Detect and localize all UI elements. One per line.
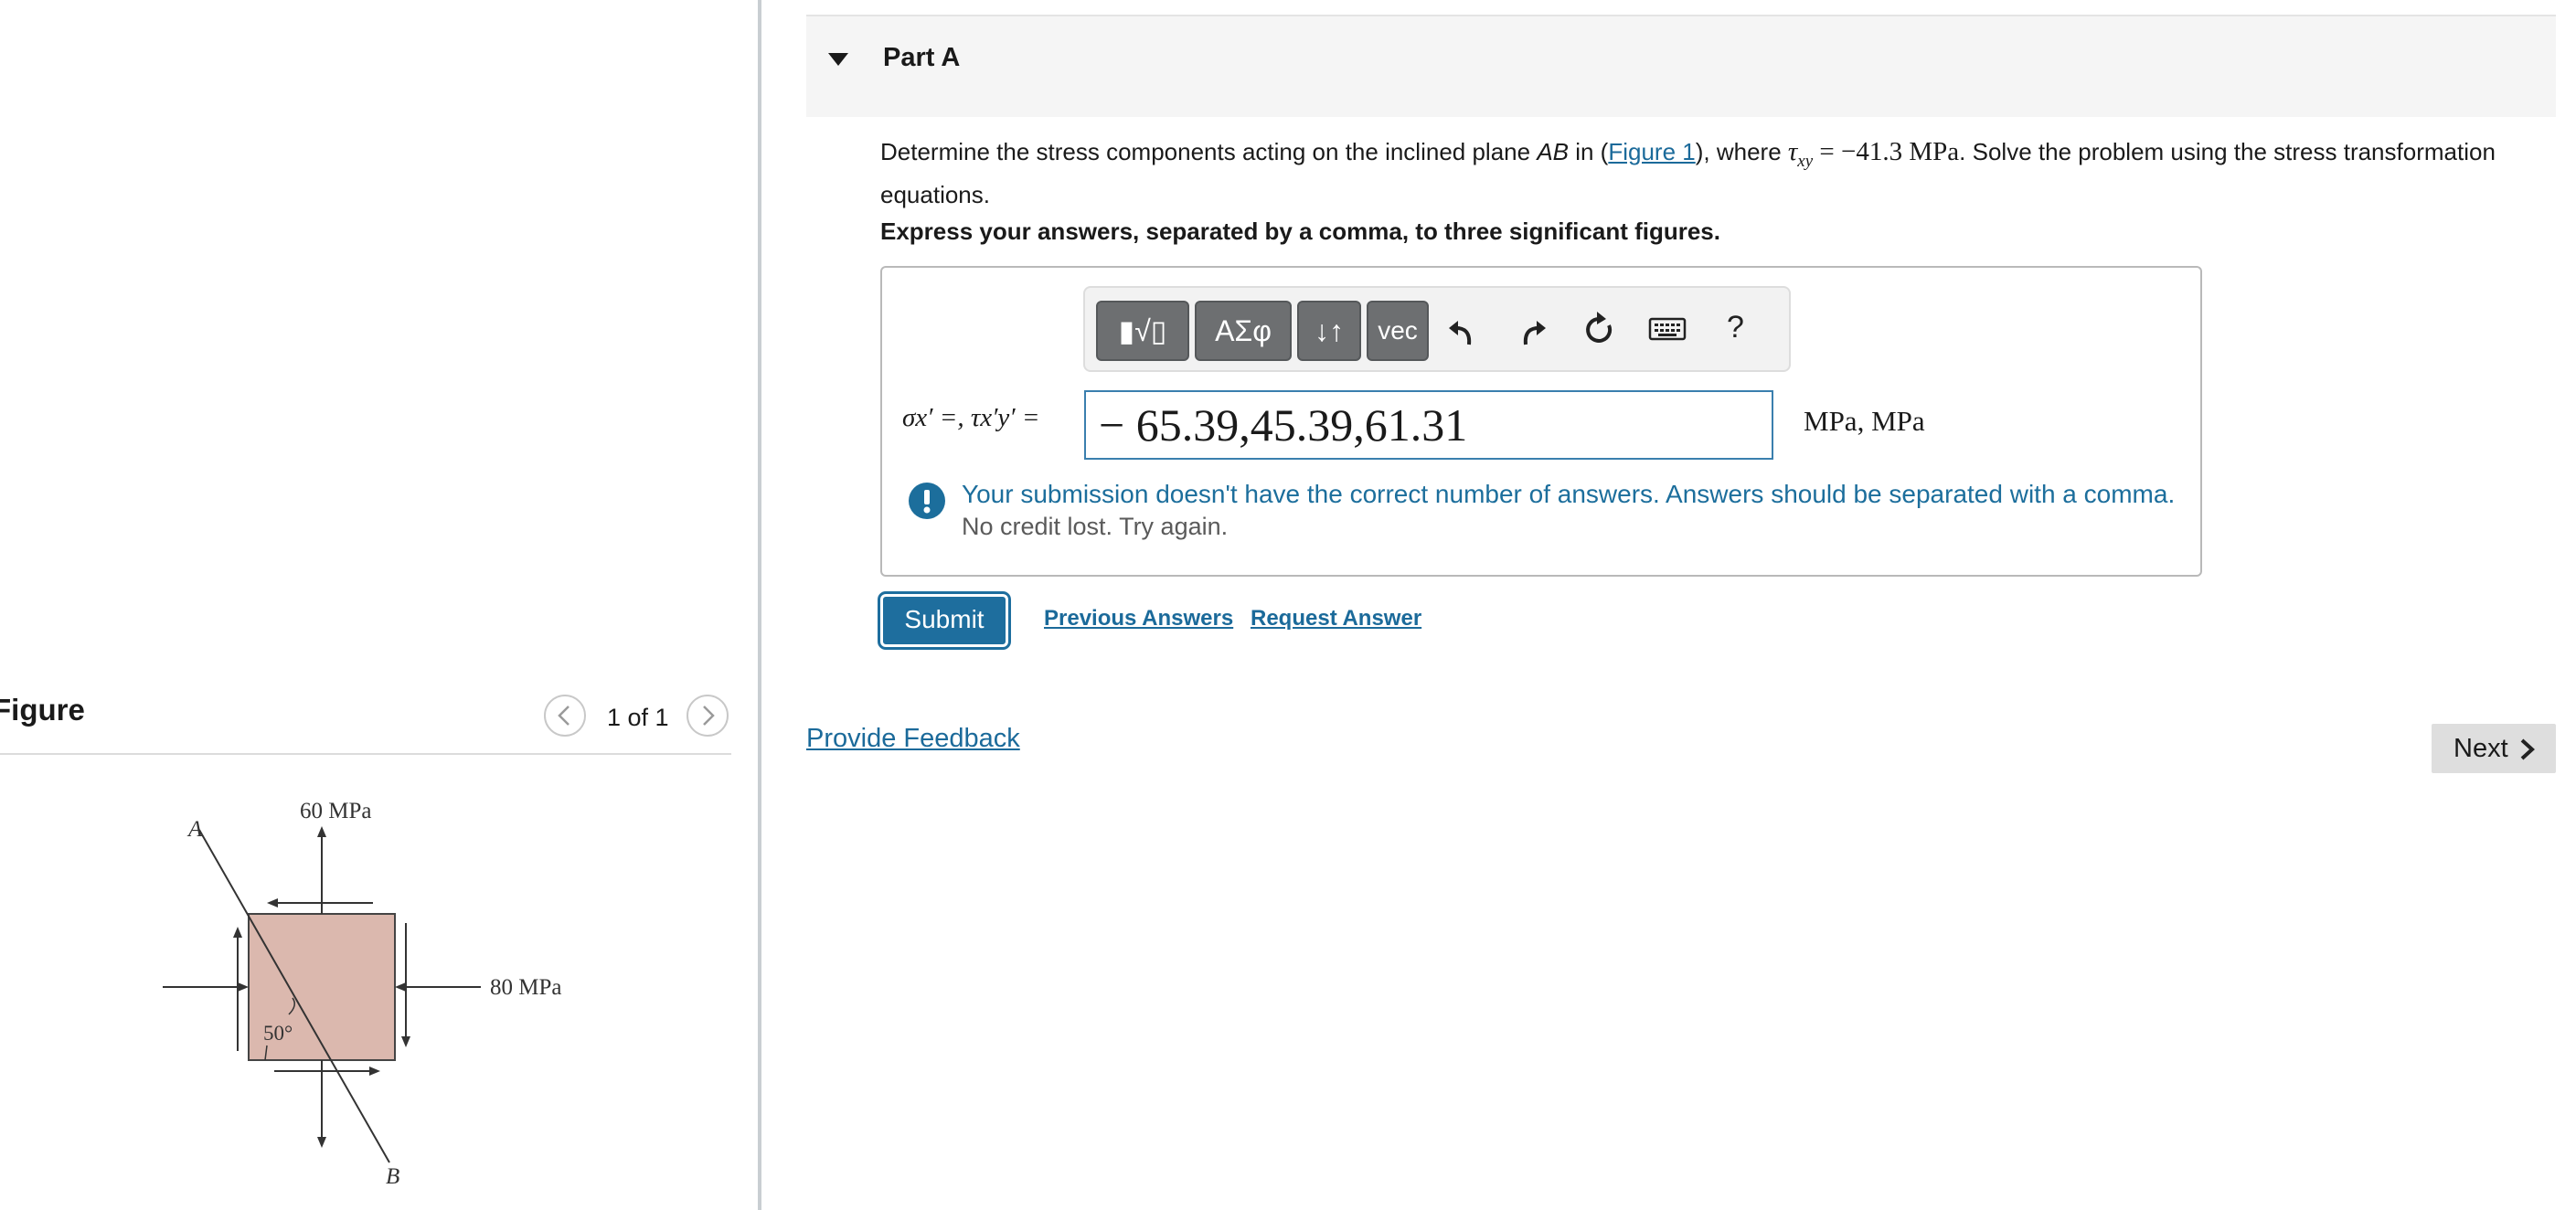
arrow-right-icon	[238, 982, 249, 992]
question-text: Determine the stress components acting o…	[880, 137, 2496, 208]
vector-button[interactable]: vec	[1367, 301, 1429, 361]
redo-icon[interactable]	[1511, 308, 1551, 352]
arrow-up-icon	[317, 826, 326, 837]
top-stress-label: 60 MPa	[300, 799, 371, 823]
arrow-down-icon	[317, 1137, 326, 1148]
answer-label: σx′ =, τx′y′ =	[902, 403, 1040, 432]
answer-box: ▮√▯ ΑΣφ ↓↑ vec ? σx′ =, τx′y′ = − 65.39,…	[880, 266, 2202, 577]
chevron-right-icon	[2520, 738, 2535, 760]
chevron-right-icon	[703, 706, 715, 726]
figure-divider	[0, 753, 731, 755]
undo-icon[interactable]	[1443, 308, 1484, 352]
feedback-subtext: No credit lost. Try again.	[962, 513, 1229, 540]
pane-divider[interactable]	[758, 0, 761, 1210]
request-answer-link[interactable]: Request Answer	[1251, 606, 1421, 632]
instruction-text: Express your answers, separated by a com…	[880, 218, 1720, 245]
figure-counter: 1 of 1	[607, 704, 669, 731]
next-label: Next	[2454, 734, 2508, 763]
reset-icon[interactable]	[1579, 308, 1619, 352]
tau-xy-expression: τxy = −41.3 MPa	[1787, 137, 1960, 171]
part-a-header[interactable]: Part A	[806, 15, 2556, 117]
part-title: Part A	[883, 43, 961, 72]
figure-title: Figure	[0, 693, 85, 727]
plane-label: AB	[1537, 138, 1569, 165]
previous-figure-button[interactable]	[544, 695, 586, 737]
previous-answers-link[interactable]: Previous Answers	[1044, 606, 1233, 632]
collapse-caret-icon[interactable]	[826, 51, 850, 68]
exclamation-icon	[909, 483, 945, 519]
label-a: A	[186, 817, 203, 842]
answer-input[interactable]: − 65.39,45.39,61.31	[1084, 390, 1773, 460]
greek-symbols-button[interactable]: ΑΣφ	[1195, 301, 1292, 361]
math-toolbar: ▮√▯ ΑΣφ ↓↑ vec ?	[1083, 286, 1791, 372]
keyboard-icon[interactable]	[1648, 312, 1687, 348]
feedback-message: Your submission doesn't have the correct…	[962, 480, 2176, 508]
stress-element-diagram: A B 60 MPa 80 MPa 50°	[163, 799, 561, 1189]
figure-panel: Figure 1 of 1 A B 60 MPa 80 MPa 50°	[0, 0, 759, 1210]
figure-link[interactable]: Figure 1	[1608, 138, 1695, 165]
next-button[interactable]: Next	[2432, 724, 2556, 773]
answer-units: MPa, MPa	[1804, 405, 1925, 437]
next-figure-button[interactable]	[687, 695, 729, 737]
angle-label: 50°	[263, 1022, 293, 1045]
help-button[interactable]: ?	[1727, 310, 1744, 345]
arrow-left-icon	[395, 982, 406, 992]
subscript-superscript-button[interactable]: ↓↑	[1297, 301, 1361, 361]
label-b: B	[386, 1164, 399, 1189]
right-stress-label: 80 MPa	[490, 975, 561, 1000]
provide-feedback-link[interactable]: Provide Feedback	[806, 724, 1020, 754]
templates-button[interactable]: ▮√▯	[1096, 301, 1189, 361]
submit-button[interactable]: Submit	[878, 591, 1011, 650]
chevron-left-icon	[558, 706, 569, 726]
